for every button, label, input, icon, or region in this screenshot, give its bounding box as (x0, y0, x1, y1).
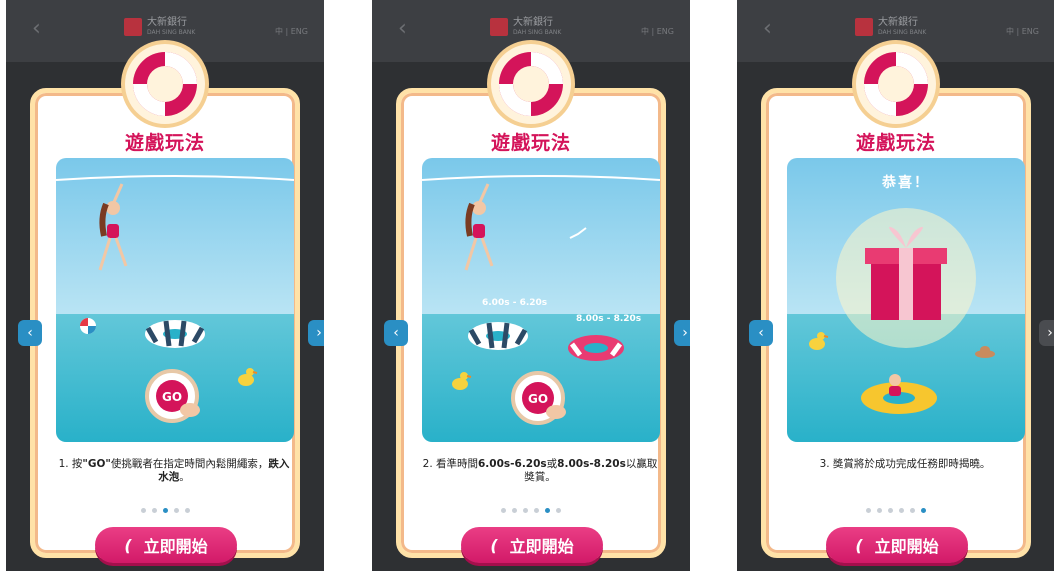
svg-text:GO: GO (528, 392, 548, 406)
pagination-dots (6, 508, 324, 513)
beach-ball (80, 318, 96, 334)
page-dot[interactable] (534, 508, 539, 513)
lifebuoy-badge (125, 44, 205, 124)
swim-ring-pink (568, 335, 624, 361)
bank-logo: 大新銀行 DAH SING BANK (124, 18, 195, 36)
modal-title: 遊戲玩法 (124, 132, 205, 154)
floating-hat (975, 346, 995, 358)
brand-name-en: DAH SING BANK (513, 29, 562, 36)
sparkle-icon: ( (490, 535, 498, 555)
swim-ring-striped (468, 322, 528, 350)
back-icon[interactable]: ‹ (398, 16, 407, 41)
congrats-text: 恭喜！ (882, 175, 930, 191)
swimmer-figure (464, 183, 494, 271)
sparkle-icon: ( (124, 535, 132, 555)
page-dot[interactable] (151, 508, 157, 513)
lifebuoy-badge (856, 44, 936, 124)
game-illustration: 恭喜！ (787, 158, 1025, 442)
prev-slide-button[interactable]: ‹ (18, 320, 42, 346)
slide-caption: 3. 獎賞將於成功完成任務即時揭曉。 (819, 458, 991, 470)
language-toggle[interactable]: 中 | ENG (641, 26, 674, 37)
rubber-duck (238, 368, 258, 386)
page-dot[interactable] (140, 508, 146, 513)
lifebuoy-icon (499, 52, 563, 116)
swimmer-figure (98, 183, 128, 271)
pagination-dots (737, 508, 1054, 513)
brand-name-cn: 大新銀行 (147, 17, 187, 28)
svg-text:8.00s - 8.20s: 8.00s - 8.20s (576, 314, 641, 324)
zipline-rope (422, 175, 660, 181)
game-illustration: GO (56, 158, 294, 442)
back-icon[interactable]: ‹ (763, 16, 772, 41)
lifebuoy-icon (133, 52, 197, 116)
phone-screen-1: ‹ 大新銀行 DAH SING BANK 中 | ENG 遊戲玩法 GO ‹ ›… (6, 0, 324, 571)
page-dot-active[interactable] (921, 508, 926, 513)
language-toggle[interactable]: 中 | ENG (1006, 26, 1039, 37)
lifebuoy-icon (864, 52, 928, 116)
brand-name-cn: 大新銀行 (513, 17, 553, 28)
pagination-dots (372, 508, 690, 513)
language-toggle[interactable]: 中 | ENG (275, 26, 308, 37)
go-button-illustration: GO (511, 371, 566, 425)
phone-screen-3: ‹ 大新銀行 DAH SING BANK 中 | ENG 遊戲玩法 恭喜！ ‹ … (737, 0, 1054, 571)
slide-caption: 2. 看準時間6.00s-6.20s或8.00s-8.20s以贏取獎賞。 (422, 458, 658, 483)
game-illustration: 6.00s - 6.20s 8.00s - 8.20s GO (422, 158, 660, 442)
go-button-illustration: GO (145, 369, 200, 423)
bank-logo-mark (124, 18, 142, 36)
lifebuoy-badge (491, 44, 571, 124)
start-now-button[interactable]: (立即開始 (826, 527, 968, 563)
next-slide-button-disabled[interactable]: › (1039, 320, 1054, 346)
rubber-duck (452, 372, 472, 390)
modal-title: 遊戲玩法 (855, 132, 936, 154)
start-now-button[interactable]: (立即開始 (461, 527, 603, 563)
modal-title: 遊戲玩法 (490, 132, 571, 154)
page-dot[interactable] (899, 508, 904, 513)
brand-name-en: DAH SING BANK (147, 29, 196, 36)
swimmer-on-ring (861, 374, 937, 414)
bank-logo-mark (490, 18, 508, 36)
page-dot[interactable] (523, 508, 528, 513)
phone-screen-2: ‹ 大新銀行 DAH SING BANK 中 | ENG 遊戲玩法 6.00s … (372, 0, 690, 571)
page-dot[interactable] (866, 508, 871, 513)
sparkle-icon: ( (855, 535, 863, 555)
brand-name-en: DAH SING BANK (878, 29, 927, 36)
page-dot[interactable] (877, 508, 882, 513)
page-dot[interactable] (556, 508, 561, 513)
bank-logo-mark (855, 18, 873, 36)
page-dot-active[interactable] (162, 508, 168, 513)
next-slide-button[interactable]: › (308, 320, 324, 346)
page-dot[interactable] (512, 508, 517, 513)
brand-name-cn: 大新銀行 (878, 17, 918, 28)
page-dot[interactable] (501, 508, 506, 513)
back-icon[interactable]: ‹ (32, 16, 41, 41)
page-dot[interactable] (910, 508, 915, 513)
prev-slide-button[interactable]: ‹ (749, 320, 773, 346)
svg-text:6.00s - 6.20s: 6.00s - 6.20s (482, 298, 547, 308)
swim-ring-striped (145, 320, 205, 348)
start-now-button[interactable]: (立即開始 (95, 527, 237, 563)
seagull (569, 227, 587, 239)
page-dot-active[interactable] (545, 508, 550, 513)
svg-text:GO: GO (162, 390, 182, 404)
next-slide-button[interactable]: › (674, 320, 690, 346)
page-dot[interactable] (173, 508, 179, 513)
page-dot[interactable] (888, 508, 893, 513)
bank-logo: 大新銀行 DAH SING BANK (855, 18, 926, 36)
bank-logo: 大新銀行 DAH SING BANK (490, 18, 561, 36)
zipline-rope (56, 175, 294, 181)
page-dot[interactable] (184, 508, 190, 513)
rubber-duck (809, 332, 829, 350)
prev-slide-button[interactable]: ‹ (384, 320, 408, 346)
slide-caption: 1. 按"GO"使挑戰者在指定時間內鬆開繩索，跌入水泡。 (58, 458, 290, 483)
